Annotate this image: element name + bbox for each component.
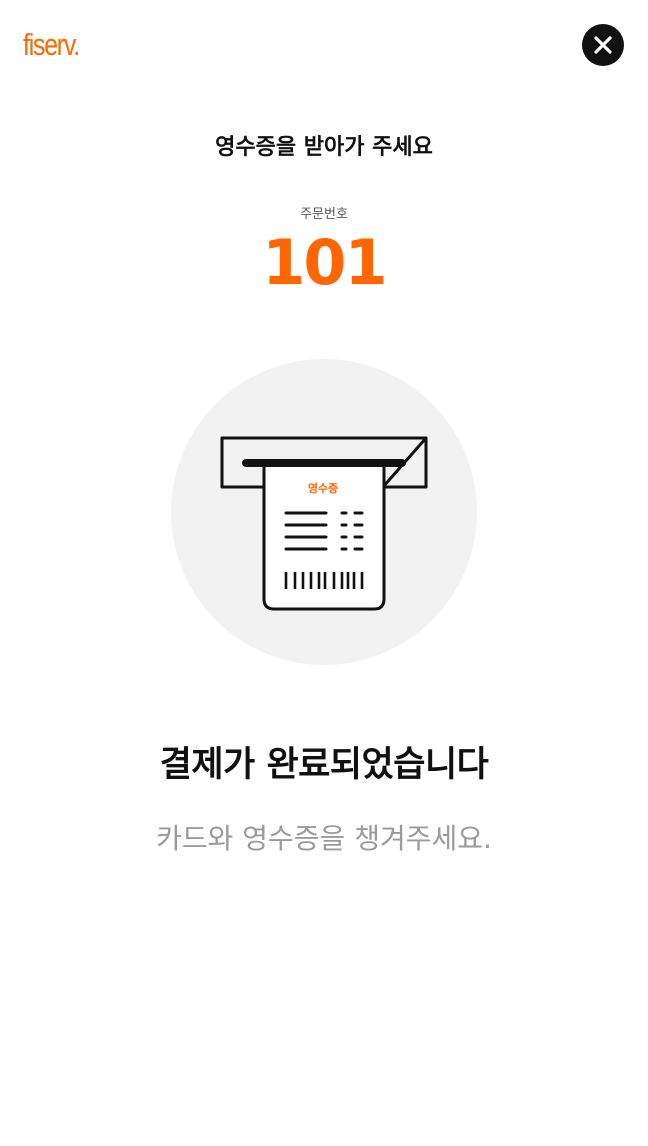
receipt-instruction: 영수증을 받아가 주세요 [215, 135, 433, 160]
reminder-text: 카드와 영수증을 챙겨주세요. [156, 822, 492, 855]
fiserv-logo: fiserv. [23, 27, 80, 62]
receipt-printer-icon [220, 436, 428, 611]
order-number-label: 주문번호 [300, 207, 348, 222]
payment-complete-heading: 결제가 완료되었습니다 [159, 745, 489, 785]
close-button[interactable] [582, 24, 624, 66]
receipt-label: 영수증 [307, 482, 339, 495]
order-number: 101 [262, 226, 387, 299]
close-icon [593, 35, 613, 55]
